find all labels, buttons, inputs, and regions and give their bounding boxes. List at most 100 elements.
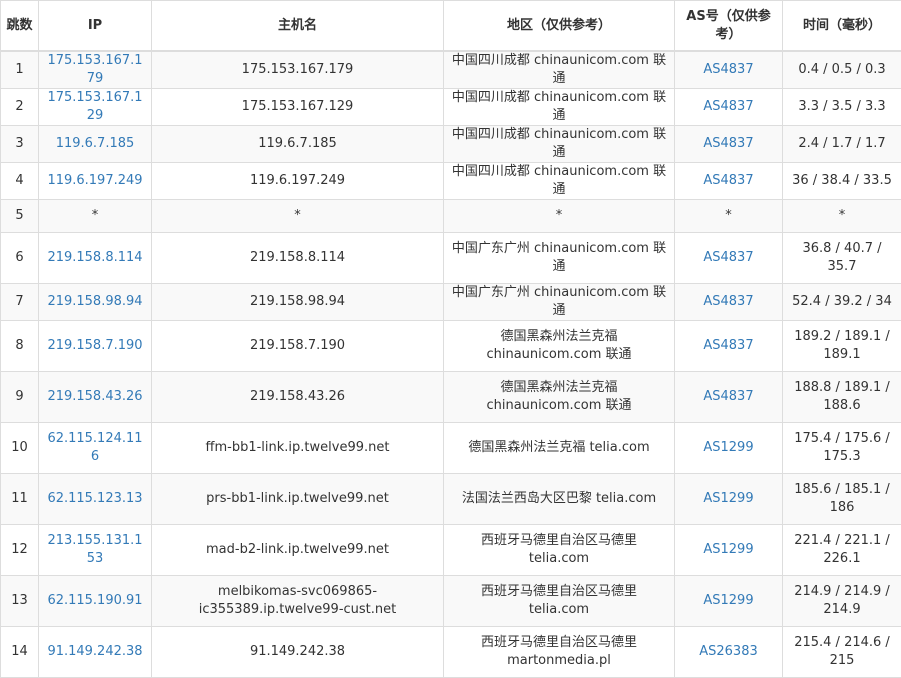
table-row: 1 175.153.167.179 175.153.167.179 中国四川成都…	[1, 51, 901, 89]
as-link[interactable]: AS4837	[703, 338, 753, 353]
hop-cell: 9	[1, 372, 39, 423]
as-cell: AS1299	[675, 525, 783, 576]
hostname-cell: 91.149.242.38	[152, 627, 444, 678]
as-cell: AS1299	[675, 474, 783, 525]
header-region: 地区（仅供参考）	[444, 1, 675, 52]
region-cell: 西班牙马德里自治区马德里 telia.com	[444, 525, 675, 576]
table-row: 7 219.158.98.94 219.158.98.94 中国广东广州 chi…	[1, 284, 901, 321]
time-cell: 185.6 / 185.1 / 186	[783, 474, 901, 525]
time-cell: 221.4 / 221.1 / 226.1	[783, 525, 901, 576]
as-link[interactable]: AS1299	[703, 440, 753, 455]
table-header-row: 跳数 IP 主机名 地区（仅供参考） AS号（仅供参考） 时间（毫秒）	[1, 1, 901, 52]
region-cell: 德国黑森州法兰克福 chinaunicom.com 联通	[444, 372, 675, 423]
ip-link[interactable]: 219.158.43.26	[47, 389, 142, 404]
hop-cell: 7	[1, 284, 39, 321]
time-cell: 175.4 / 175.6 / 175.3	[783, 423, 901, 474]
hop-cell: 14	[1, 627, 39, 678]
region-cell: 中国广东广州 chinaunicom.com 联通	[444, 284, 675, 321]
ip-cell: 213.155.131.153	[39, 525, 152, 576]
region-cell: 中国四川成都 chinaunicom.com 联通	[444, 126, 675, 163]
hostname-cell: 219.158.43.26	[152, 372, 444, 423]
time-cell: 3.3 / 3.5 / 3.3	[783, 89, 901, 126]
region-cell: 德国黑森州法兰克福 telia.com	[444, 423, 675, 474]
as-cell: AS4837	[675, 233, 783, 284]
hostname-cell: melbikomas-svc069865-ic355389.ip.twelve9…	[152, 576, 444, 627]
ip-link[interactable]: 62.115.123.13	[47, 491, 142, 506]
ip-link[interactable]: 175.153.167.129	[47, 90, 142, 123]
ip-cell: 219.158.7.190	[39, 321, 152, 372]
header-as: AS号（仅供参考）	[675, 1, 783, 52]
table-row: 9 219.158.43.26 219.158.43.26 德国黑森州法兰克福 …	[1, 372, 901, 423]
ip-cell: 62.115.124.116	[39, 423, 152, 474]
header-hop: 跳数	[1, 1, 39, 52]
region-cell: 中国广东广州 chinaunicom.com 联通	[444, 233, 675, 284]
table-row: 11 62.115.123.13 prs-bb1-link.ip.twelve9…	[1, 474, 901, 525]
table-row: 13 62.115.190.91 melbikomas-svc069865-ic…	[1, 576, 901, 627]
table-row: 2 175.153.167.129 175.153.167.129 中国四川成都…	[1, 89, 901, 126]
ip-link[interactable]: 62.115.124.116	[47, 431, 142, 464]
ip-link[interactable]: 219.158.8.114	[47, 250, 142, 265]
as-cell: AS26383	[675, 627, 783, 678]
ip-link[interactable]: 119.6.7.185	[56, 136, 135, 151]
ip-link[interactable]: 219.158.7.190	[47, 338, 142, 353]
header-ip: IP	[39, 1, 152, 52]
as-link[interactable]: AS4837	[703, 294, 753, 309]
as-link[interactable]: AS4837	[703, 250, 753, 265]
as-cell: AS4837	[675, 126, 783, 163]
time-cell: 214.9 / 214.9 / 214.9	[783, 576, 901, 627]
as-cell: AS1299	[675, 423, 783, 474]
time-cell: 215.4 / 214.6 / 215	[783, 627, 901, 678]
hop-cell: 10	[1, 423, 39, 474]
as-cell: AS4837	[675, 51, 783, 89]
as-cell: AS1299	[675, 576, 783, 627]
table-row: 5 * * * * *	[1, 200, 901, 233]
hop-cell: 11	[1, 474, 39, 525]
ip-link[interactable]: 213.155.131.153	[47, 533, 142, 566]
ip-cell: 175.153.167.129	[39, 89, 152, 126]
ip-cell: 119.6.7.185	[39, 126, 152, 163]
as-cell: AS4837	[675, 163, 783, 200]
hop-cell: 8	[1, 321, 39, 372]
as-cell: AS4837	[675, 284, 783, 321]
as-cell: AS4837	[675, 89, 783, 126]
hostname-cell: 175.153.167.179	[152, 51, 444, 89]
ip-cell: 219.158.8.114	[39, 233, 152, 284]
ip-link[interactable]: 119.6.197.249	[47, 173, 142, 188]
as-link[interactable]: AS1299	[703, 593, 753, 608]
hop-cell: 5	[1, 200, 39, 233]
region-cell: 法国法兰西岛大区巴黎 telia.com	[444, 474, 675, 525]
hop-cell: 12	[1, 525, 39, 576]
as-cell: *	[675, 200, 783, 233]
hostname-cell: 219.158.7.190	[152, 321, 444, 372]
as-link[interactable]: AS1299	[703, 542, 753, 557]
region-cell: 中国四川成都 chinaunicom.com 联通	[444, 163, 675, 200]
ip-link[interactable]: 219.158.98.94	[47, 294, 142, 309]
hostname-cell: mad-b2-link.ip.twelve99.net	[152, 525, 444, 576]
region-cell: 西班牙马德里自治区马德里 martonmedia.pl	[444, 627, 675, 678]
hostname-cell: ffm-bb1-link.ip.twelve99.net	[152, 423, 444, 474]
region-cell: 中国四川成都 chinaunicom.com 联通	[444, 89, 675, 126]
ip-cell: 175.153.167.179	[39, 51, 152, 89]
as-link[interactable]: AS4837	[703, 99, 753, 114]
ip-cell: 62.115.190.91	[39, 576, 152, 627]
traceroute-table: 跳数 IP 主机名 地区（仅供参考） AS号（仅供参考） 时间（毫秒） 1 17…	[0, 0, 901, 678]
as-link[interactable]: AS4837	[703, 62, 753, 77]
time-cell: 189.2 / 189.1 / 189.1	[783, 321, 901, 372]
region-cell: *	[444, 200, 675, 233]
time-cell: 188.8 / 189.1 / 188.6	[783, 372, 901, 423]
hop-cell: 4	[1, 163, 39, 200]
ip-link[interactable]: 62.115.190.91	[47, 593, 142, 608]
ip-cell: 91.149.242.38	[39, 627, 152, 678]
table-row: 4 119.6.197.249 119.6.197.249 中国四川成都 chi…	[1, 163, 901, 200]
as-link[interactable]: AS4837	[703, 389, 753, 404]
as-cell: AS4837	[675, 372, 783, 423]
header-hostname: 主机名	[152, 1, 444, 52]
ip-link[interactable]: 91.149.242.38	[47, 644, 142, 659]
hop-cell: 1	[1, 51, 39, 89]
as-link[interactable]: AS4837	[703, 173, 753, 188]
table-row: 8 219.158.7.190 219.158.7.190 德国黑森州法兰克福 …	[1, 321, 901, 372]
as-link[interactable]: AS1299	[703, 491, 753, 506]
ip-link[interactable]: 175.153.167.179	[47, 53, 142, 86]
as-link[interactable]: AS26383	[699, 644, 758, 659]
as-link[interactable]: AS4837	[703, 136, 753, 151]
